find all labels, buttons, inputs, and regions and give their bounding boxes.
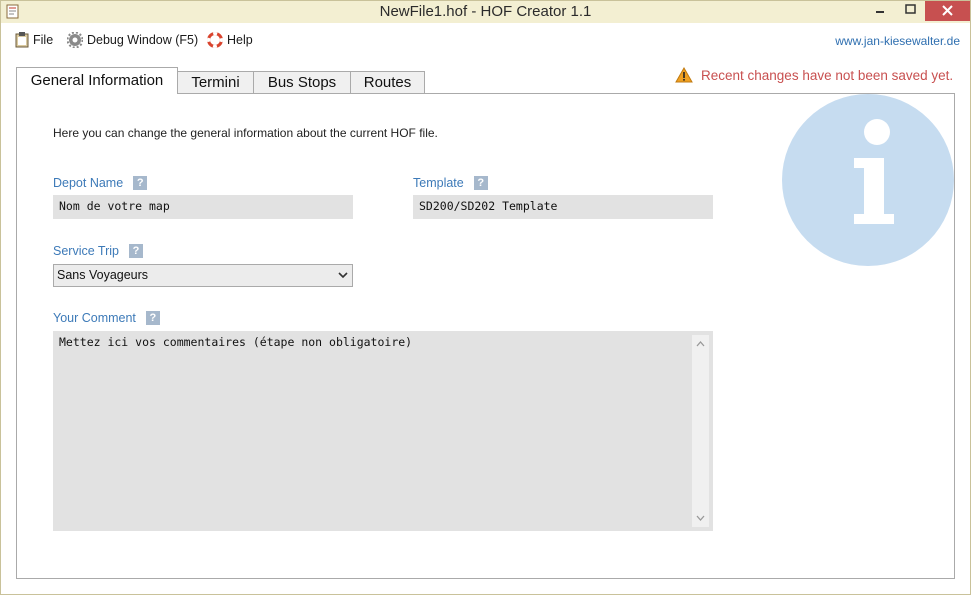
close-icon — [942, 5, 953, 16]
scroll-up-icon[interactable] — [696, 341, 705, 347]
chevron-down-icon — [338, 272, 348, 279]
website-link[interactable]: www.jan-kiesewalter.de — [835, 34, 960, 48]
warning-icon — [675, 67, 693, 83]
maximize-icon — [905, 4, 916, 14]
file-menu[interactable]: File — [15, 32, 53, 48]
title-bar[interactable]: NewFile1.hof - HOF Creator 1.1 — [1, 1, 970, 23]
help-icon[interactable]: ? — [473, 176, 488, 190]
depot-name-input[interactable]: Nom de votre map — [53, 195, 353, 219]
help-menu-label: Help — [227, 33, 253, 47]
intro-text: Here you can change the general informat… — [53, 126, 438, 140]
service-trip-value: Sans Voyageurs — [57, 268, 149, 282]
your-comment-label-text: Your Comment — [53, 311, 136, 325]
depot-name-label: Depot Name ? — [53, 176, 148, 190]
template-label-text: Template — [413, 176, 464, 190]
tab-general-information[interactable]: General Information — [16, 67, 178, 94]
tab-routes[interactable]: Routes — [350, 71, 425, 93]
help-icon[interactable]: ? — [129, 244, 143, 258]
app-window: NewFile1.hof - HOF Creator 1.1 File Debu… — [0, 0, 971, 595]
help-menu[interactable]: Help — [207, 32, 253, 48]
comment-scrollbar[interactable] — [692, 335, 709, 527]
window-title: NewFile1.hof - HOF Creator 1.1 — [379, 3, 592, 20]
tab-bus-stops[interactable]: Bus Stops — [253, 71, 351, 93]
file-menu-label: File — [33, 33, 54, 47]
comment-textarea[interactable]: Mettez ici vos commentaires (étape non o… — [53, 331, 713, 531]
depot-name-label-text: Depot Name — [53, 176, 124, 190]
scroll-down-icon[interactable] — [696, 515, 705, 521]
service-trip-select[interactable]: Sans Voyageurs — [53, 264, 353, 287]
debug-window-menu[interactable]: Debug Window (F5) — [67, 32, 198, 48]
template-field[interactable]: SD200/SD202 Template — [413, 195, 713, 219]
minimize-button[interactable] — [867, 1, 893, 21]
help-icon[interactable]: ? — [145, 311, 160, 325]
lifebuoy-icon — [207, 32, 223, 48]
unsaved-warning: Recent changes have not been saved yet. — [675, 67, 953, 83]
warning-text: Recent changes have not been saved yet. — [701, 67, 954, 83]
close-button[interactable] — [925, 1, 970, 21]
menu-bar: File Debug Window (F5) Help www.jan-kies… — [1, 23, 970, 57]
service-trip-label-text: Service Trip — [53, 244, 119, 258]
your-comment-label: Your Comment ? — [53, 311, 160, 325]
tab-termini[interactable]: Termini — [177, 71, 254, 93]
template-label: Template ? — [413, 176, 488, 190]
gear-icon — [67, 32, 83, 48]
comment-text: Mettez ici vos commentaires (étape non o… — [59, 335, 413, 349]
service-trip-label: Service Trip ? — [53, 244, 143, 258]
minimize-icon — [876, 11, 884, 13]
clipboard-icon — [15, 32, 29, 48]
debug-menu-label: Debug Window (F5) — [87, 33, 199, 47]
help-icon[interactable]: ? — [133, 176, 148, 190]
maximize-button[interactable] — [897, 1, 923, 21]
general-information-panel: Here you can change the general informat… — [16, 93, 955, 579]
info-icon — [782, 94, 954, 266]
